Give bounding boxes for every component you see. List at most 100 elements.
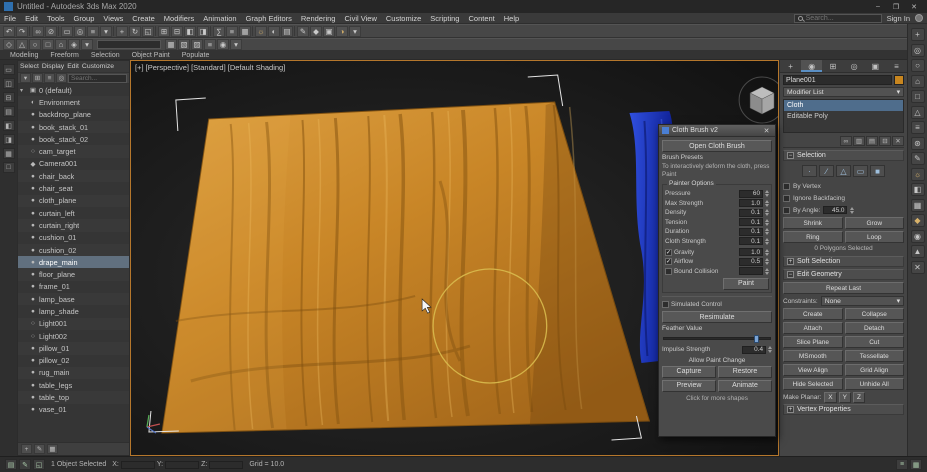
checkbox[interactable]: ✓	[665, 248, 672, 256]
toolbar-icon[interactable]: ▨	[191, 39, 203, 50]
spinner[interactable]	[765, 209, 769, 217]
ribbon-tab[interactable]: Populate	[182, 52, 210, 59]
grow-button[interactable]: Grow	[844, 217, 904, 229]
checkbox-value[interactable]: 1.0	[739, 248, 763, 257]
right-strip-icon[interactable]: ✎	[910, 152, 925, 165]
toolbar-icon[interactable]: ○	[29, 39, 41, 50]
menu-item[interactable]: Customize	[382, 14, 425, 23]
toolbar-icon[interactable]: ▣	[323, 25, 335, 37]
subobject-mode-icon[interactable]: ·	[802, 165, 817, 177]
rollout-edit-geometry[interactable]: − Edit Geometry	[783, 269, 904, 280]
toolbar-icon[interactable]	[155, 26, 157, 36]
explorer-menu-item[interactable]: Display	[42, 63, 64, 70]
right-strip-icon[interactable]: ⌂	[910, 74, 925, 88]
layout-tab-icon[interactable]: ◫	[2, 78, 15, 89]
scene-object-row[interactable]: ● pillow_02	[18, 355, 129, 367]
toolbar-icon[interactable]: ◆	[310, 25, 322, 37]
toolbar-icon[interactable]: ◧	[184, 25, 196, 37]
scene-object-row[interactable]: ○ Light001	[18, 317, 129, 330]
toolbar-icon[interactable]: ▦	[165, 39, 177, 50]
toolbar-icon[interactable]: ↻	[129, 25, 141, 37]
stack-tool-icon[interactable]: ▤	[866, 136, 878, 146]
stack-tool-icon[interactable]: ∞	[840, 136, 852, 146]
by-angle-checkbox[interactable]	[783, 206, 790, 214]
right-strip-icon[interactable]: ≡	[910, 121, 925, 134]
toolbar-icon[interactable]	[113, 26, 115, 36]
toolbar-icon[interactable]: ▤	[281, 25, 293, 37]
scene-object-row[interactable]: ● table_top	[18, 391, 129, 404]
toolbar-icon[interactable]: ▾	[349, 25, 361, 37]
right-strip-icon[interactable]: ◉	[910, 229, 925, 243]
make-planar-axis-button[interactable]: Y	[838, 391, 851, 403]
scene-object-row[interactable]: ○ cam_target	[18, 145, 129, 158]
scene-object-row[interactable]: ● cushion_01	[18, 232, 129, 244]
right-strip-icon[interactable]: □	[910, 90, 925, 103]
toolbar-icon[interactable]: ↷	[16, 25, 28, 37]
edit-geometry-button[interactable]: Grid Align	[844, 364, 904, 376]
spinner[interactable]	[850, 206, 855, 214]
toolbar-icon[interactable]: ◐	[268, 25, 280, 37]
toolbar-icon[interactable]	[58, 26, 60, 36]
dialog-action-button[interactable]: Preview	[662, 379, 716, 392]
toolbar-icon[interactable]: ◉	[217, 39, 229, 50]
subobject-mode-icon[interactable]: ∕	[819, 165, 834, 177]
right-strip-icon[interactable]: ☼	[910, 167, 925, 181]
layout-tab-icon[interactable]: ▦	[2, 148, 15, 159]
toolbar-icon[interactable]: ▧	[178, 39, 190, 50]
ribbon-tab[interactable]: Freeform	[50, 52, 78, 59]
paint-button[interactable]: Paint	[723, 277, 769, 290]
edit-geometry-button[interactable]: Cut	[844, 336, 904, 348]
scene-object-row[interactable]: ● lamp_shade	[18, 305, 129, 317]
menu-item[interactable]: Edit	[21, 14, 42, 23]
toolbar-icon[interactable]: ⊟	[171, 25, 183, 37]
layout-tab-icon[interactable]: ⊟	[2, 92, 15, 103]
right-strip-icon[interactable]: ◎	[910, 43, 925, 57]
loop-button[interactable]: Loop	[844, 231, 904, 243]
scene-object-row[interactable]: ● vase_01	[18, 404, 129, 416]
explorer-menu-item[interactable]: Edit	[67, 63, 79, 70]
close-button[interactable]: ✕	[905, 1, 923, 13]
explorer-footer-icon[interactable]: +	[21, 444, 32, 454]
parameter-value[interactable]: 60	[739, 189, 763, 198]
rollout-selection[interactable]: − Selection	[783, 150, 904, 161]
toolbar-icon[interactable]: ↶	[3, 25, 15, 37]
toolbar-icon[interactable]: ≡	[226, 25, 238, 37]
explorer-tool-icon[interactable]: ▾	[20, 73, 31, 83]
parameter-value[interactable]: 1.0	[739, 199, 763, 208]
ribbon-tab[interactable]: Selection	[91, 52, 120, 59]
scene-object-row[interactable]: ▾ ▣ 0 (default)	[18, 84, 129, 96]
right-strip-icon[interactable]: △	[910, 105, 925, 119]
slider-thumb[interactable]	[754, 335, 760, 344]
menu-item[interactable]: Tools	[43, 14, 69, 23]
command-panel-tab[interactable]: ◉	[801, 60, 823, 72]
toolbar-icon[interactable]: ≡	[204, 39, 216, 50]
angle-value[interactable]: 45.0	[823, 206, 848, 214]
explorer-menu-item[interactable]: Select	[20, 63, 39, 70]
edit-geometry-button[interactable]: Slice Plane	[783, 336, 843, 348]
right-strip-icon[interactable]: ▦	[910, 198, 925, 212]
menu-item[interactable]: Help	[500, 14, 523, 23]
explorer-tool-icon[interactable]: ◎	[56, 73, 67, 83]
search-input[interactable]	[805, 14, 878, 22]
checkbox-value[interactable]	[739, 267, 763, 276]
toolbar-icon[interactable]: ⊞	[158, 25, 170, 37]
toolbar-icon[interactable]: ⌂	[55, 39, 67, 50]
scene-object-row[interactable]: ● frame_01	[18, 281, 129, 293]
explorer-tool-icon[interactable]: ⊞	[32, 73, 43, 83]
toolbar-icon[interactable]	[294, 26, 296, 36]
edit-geometry-button[interactable]: MSmooth	[783, 350, 843, 362]
menu-item[interactable]: Graph Editors	[242, 14, 296, 23]
toolbar-icon[interactable]: ▾	[230, 39, 242, 50]
right-strip-icon[interactable]: ✕	[910, 260, 925, 274]
dialog-action-button[interactable]: Restore	[718, 365, 772, 378]
dialog-footer-link[interactable]: Click for more shapes	[662, 395, 772, 402]
checkbox-value[interactable]: 0.5	[739, 257, 763, 266]
scene-object-row[interactable]: ● lamp_base	[18, 293, 129, 306]
user-avatar-icon[interactable]	[915, 14, 923, 22]
spinner[interactable]	[765, 267, 769, 275]
edit-geometry-button[interactable]: Attach	[783, 322, 843, 334]
toolbar-icon[interactable]: ◎	[74, 25, 86, 37]
toolbar-icon[interactable]: ✎	[297, 25, 309, 37]
ignore-backfacing-checkbox[interactable]	[783, 194, 790, 202]
right-strip-icon[interactable]: ○	[910, 59, 925, 72]
